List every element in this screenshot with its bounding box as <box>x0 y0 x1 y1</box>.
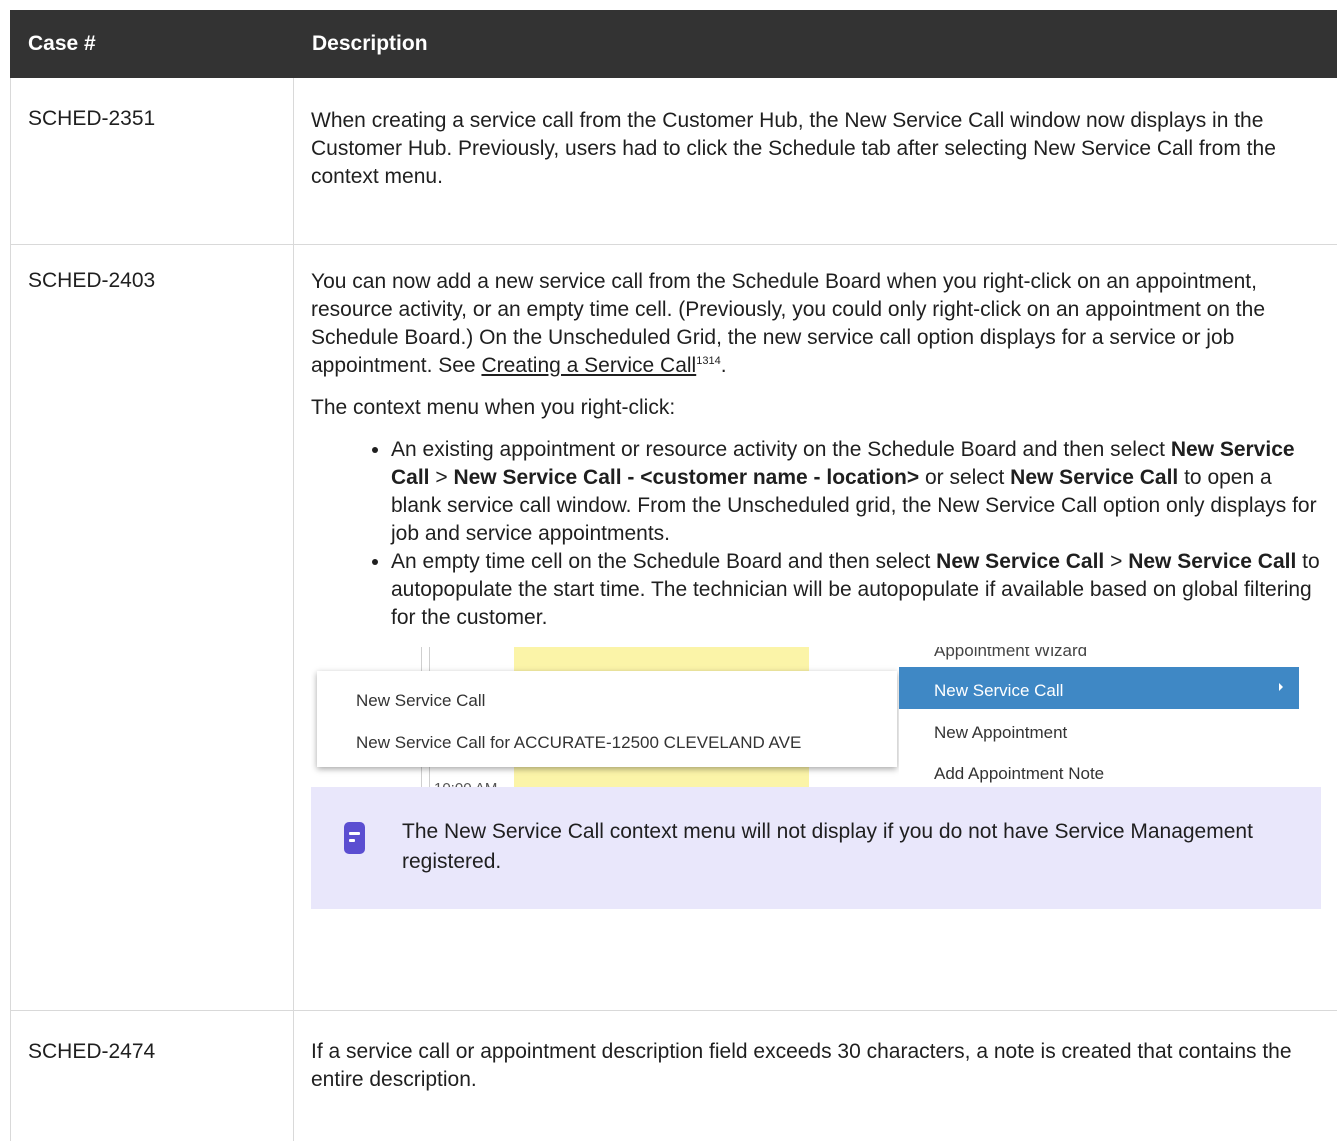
context-menu: Appointment Wizard New Service Call New … <box>899 647 1301 787</box>
description-text: When creating a service call from the Cu… <box>311 109 1276 188</box>
release-notes-table: Case # Description SCHED-2351 When creat… <box>10 10 1337 1141</box>
case-description: When creating a service call from the Cu… <box>311 107 1321 191</box>
link-reference: 1314 <box>696 355 721 367</box>
menu-item-add-appointment-note[interactable]: Add Appointment Note <box>934 760 1104 787</box>
description-text: If a service call or appointment descrip… <box>311 1040 1292 1091</box>
case-description: You can now add a new service call from … <box>311 268 1321 909</box>
description-text: You can now add a new service call from … <box>311 270 1265 377</box>
case-number: SCHED-2474 <box>28 1040 156 1063</box>
case-description: If a service call or appointment descrip… <box>311 1038 1321 1094</box>
case-number: SCHED-2351 <box>28 107 156 130</box>
bullet-list: An existing appointment or resource acti… <box>311 436 1321 632</box>
menu-item-new-service-call-label: New Service Call <box>934 681 1064 700</box>
time-label: 10:00 AM <box>434 775 497 787</box>
submenu: New Service Call New Service Call for AC… <box>317 671 897 767</box>
header-case-number: Case # <box>28 32 96 55</box>
table-row: SCHED-2351 When creating a service call … <box>10 78 1337 245</box>
note-icon <box>344 822 365 854</box>
list-item: An empty time cell on the Schedule Board… <box>391 548 1321 632</box>
list-item: An existing appointment or resource acti… <box>391 436 1321 548</box>
case-number: SCHED-2403 <box>28 269 156 292</box>
submenu-item-new-service-call[interactable]: New Service Call <box>356 687 485 715</box>
table-row: SCHED-2474 If a service call or appointm… <box>10 1011 1337 1141</box>
creating-service-call-link[interactable]: Creating a Service Call <box>481 354 696 377</box>
note-callout: The New Service Call context menu will n… <box>311 787 1321 909</box>
header-description: Description <box>312 32 428 55</box>
table-row: SCHED-2403 You can now add a new service… <box>10 245 1337 1011</box>
menu-item-new-appointment[interactable]: New Appointment <box>934 719 1067 747</box>
note-text: The New Service Call context menu will n… <box>402 820 1253 873</box>
table-header: Case # Description <box>10 10 1337 78</box>
context-menu-lead: The context menu when you right-click: <box>311 396 676 419</box>
menu-item-appointment-wizard[interactable]: Appointment Wizard <box>934 647 1087 665</box>
context-menu-screenshot: 10:00 AM New Service Call New Service Ca… <box>311 647 1301 787</box>
chevron-right-icon <box>1279 683 1283 691</box>
submenu-item-new-service-call-for-customer[interactable]: New Service Call for ACCURATE-12500 CLEV… <box>356 729 801 757</box>
